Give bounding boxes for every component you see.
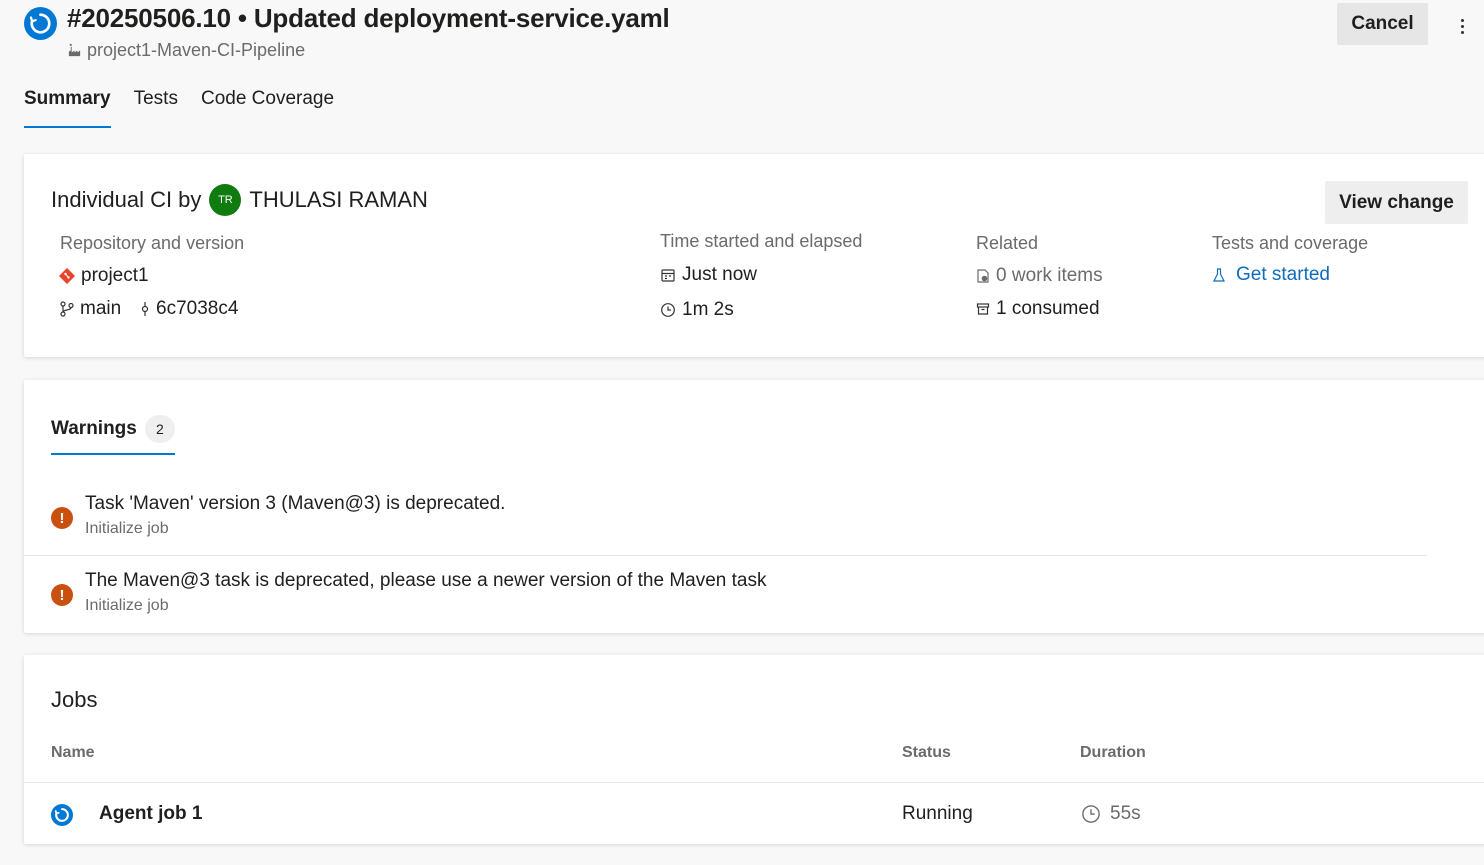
- tab-tests[interactable]: Tests: [134, 88, 178, 128]
- warning-message: Task 'Maven' version 3 (Maven@3) is depr…: [85, 493, 506, 514]
- repo-link[interactable]: project1: [59, 265, 149, 287]
- running-status-icon: [24, 7, 57, 40]
- warning-item[interactable]: ! The Maven@3 task is deprecated, please…: [51, 570, 767, 615]
- artifact-icon: [976, 303, 990, 315]
- work-items: 0 work items: [976, 265, 1103, 287]
- warnings-card: Warnings 2 ! Task 'Maven' version 3 (Mav…: [24, 380, 1484, 633]
- column-header-duration: Duration: [1080, 744, 1146, 761]
- warning-item[interactable]: ! Task 'Maven' version 3 (Maven@3) is de…: [51, 493, 505, 538]
- time-section-label: Time started and elapsed: [660, 231, 863, 251]
- start-time: Just now: [660, 264, 757, 286]
- repo-section-label: Repository and version: [60, 233, 245, 253]
- warning-source: Initialize job: [85, 520, 169, 537]
- beaker-icon: [1213, 268, 1225, 282]
- pipeline-icon: [68, 43, 81, 57]
- warning-icon: !: [51, 507, 73, 529]
- cancel-button[interactable]: Cancel: [1337, 3, 1428, 45]
- get-started-text: Get started: [1236, 264, 1330, 285]
- warnings-tab[interactable]: Warnings 2: [51, 415, 175, 455]
- job-duration: 55s: [1081, 803, 1141, 825]
- consumed-link[interactable]: 1 consumed: [976, 298, 1100, 320]
- get-started-link[interactable]: Get started: [1212, 264, 1330, 286]
- running-status-icon: [51, 804, 73, 826]
- start-time-value: Just now: [682, 264, 757, 285]
- related-section-label: Related: [976, 233, 1039, 253]
- table-row[interactable]: Agent job 1 Running 55s: [24, 783, 1484, 844]
- job-status: Running: [902, 803, 973, 824]
- clock-icon: [1082, 805, 1100, 823]
- branch-name: main: [80, 298, 122, 319]
- column-header-name: Name: [51, 744, 95, 761]
- tests-section-label: Tests and coverage: [1212, 233, 1369, 253]
- column-header-status: Status: [902, 744, 951, 761]
- elapsed-time-value: 1m 2s: [682, 299, 734, 320]
- author-name[interactable]: THULASI RAMAN: [249, 187, 427, 213]
- job-name: Agent job 1: [99, 803, 203, 824]
- elapsed-time: 1m 2s: [660, 299, 734, 321]
- warning-message: The Maven@3 task is deprecated, please u…: [85, 570, 767, 591]
- jobs-title: Jobs: [51, 687, 98, 712]
- commit-icon: [141, 302, 149, 316]
- summary-card: Individual CI by TR THULASI RAMAN View c…: [24, 154, 1484, 357]
- branch-icon: [60, 301, 74, 317]
- repo-name: project1: [81, 265, 149, 286]
- work-items-value: 0 work items: [996, 265, 1103, 286]
- tab-summary[interactable]: Summary: [24, 88, 111, 128]
- pipeline-name: project1-Maven-CI-Pipeline: [87, 40, 306, 60]
- avatar[interactable]: TR: [209, 184, 242, 216]
- branch-link[interactable]: main: [60, 298, 121, 320]
- trigger-text: Individual CI by: [51, 187, 202, 212]
- work-item-icon: [977, 269, 989, 283]
- consumed-value: 1 consumed: [996, 298, 1100, 319]
- clock-icon: [661, 303, 675, 317]
- commit-id: 6c7038c4: [156, 298, 239, 319]
- warnings-count-badge: 2: [144, 415, 175, 443]
- calendar-icon: [661, 269, 675, 282]
- run-title: #20250506.10 • Updated deployment-servic…: [67, 3, 670, 33]
- jobs-card: Jobs Name Status Duration Agent job 1 Ru…: [24, 655, 1484, 844]
- warnings-tab-label: Warnings: [51, 418, 137, 439]
- divider: [24, 555, 1427, 556]
- git-repo-icon: [59, 268, 75, 284]
- warning-source: Initialize job: [85, 597, 169, 614]
- warning-icon: !: [51, 584, 73, 606]
- tab-code-coverage[interactable]: Code Coverage: [201, 88, 334, 128]
- trigger-info: Individual CI by TR THULASI RAMAN: [51, 184, 428, 216]
- job-duration-value: 55s: [1110, 803, 1141, 824]
- tab-bar: Summary Tests Code Coverage: [24, 88, 357, 128]
- pipeline-link[interactable]: project1-Maven-CI-Pipeline: [67, 40, 305, 61]
- view-change-button[interactable]: View change: [1325, 181, 1468, 224]
- more-actions-icon[interactable]: [1450, 12, 1474, 40]
- commit-link[interactable]: 6c7038c4: [140, 298, 238, 320]
